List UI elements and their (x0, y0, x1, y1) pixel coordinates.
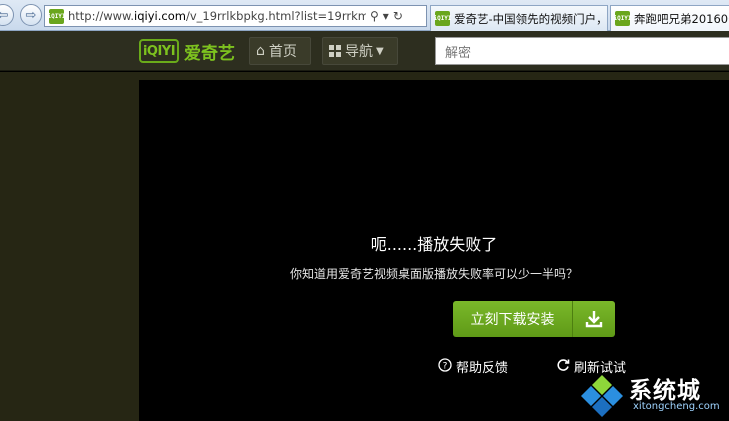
download-install-button[interactable]: 立刻下载安装 (453, 301, 615, 337)
logo-text: 爱奇艺 (184, 43, 235, 64)
watermark-logo-icon (581, 375, 623, 417)
tab-favicon-icon: iQIYI (613, 11, 632, 26)
browser-tab-1[interactable]: iQIYI 爱奇艺-中国领先的视频门户，... (430, 5, 608, 31)
back-button[interactable]: ⇦ (0, 4, 14, 26)
help-feedback-link[interactable]: ? 帮助反馈 (438, 357, 508, 376)
arrow-left-icon: ⇦ (0, 7, 9, 23)
browser-tab-2[interactable]: iQIYI 奔跑吧兄弟2016062 (610, 5, 729, 31)
tab-title: 爱奇艺-中国领先的视频门户，... (454, 11, 608, 26)
tab-title: 奔跑吧兄弟2016062 (634, 11, 729, 26)
download-icon (573, 309, 615, 329)
refresh-icon[interactable]: ↻ (393, 9, 403, 23)
help-feedback-label: 帮助反馈 (456, 361, 509, 376)
download-label: 立刻下载安装 (470, 312, 555, 328)
home-icon: ⌂ (256, 43, 265, 59)
caret-down-icon: ▼ (376, 45, 384, 57)
home-label: 首页 (268, 44, 297, 60)
tab-favicon-icon: iQIYI (433, 11, 452, 26)
arrow-right-icon: ⇨ (25, 7, 37, 23)
url-host: iqiyi.com (134, 9, 186, 23)
svg-text:?: ? (443, 361, 448, 371)
navigation-label: 导航 (345, 44, 373, 60)
site-header: iQIYI 爱奇艺 ⌂ 首页 导航 ▼ 解密 (0, 31, 729, 71)
watermark-text: 系统城 (629, 378, 701, 404)
dropdown-arrow-icon[interactable]: ▾ (383, 9, 389, 23)
grid-icon (329, 45, 341, 57)
url-text[interactable]: http://www.iqiyi.com/v_19rrlkbpkg.html?l… (68, 9, 366, 23)
search-icon[interactable]: ⚲ (370, 9, 379, 23)
browser-chrome: ⇦ ⇨ iQIYI http://www.iqiyi.com/v_19rrlkb… (0, 0, 729, 31)
left-side-panel (0, 72, 139, 421)
search-placeholder: 解密 (445, 45, 472, 61)
navigation-button[interactable]: 导航 ▼ (322, 37, 398, 65)
error-title: 呃......播放失败了 (370, 235, 498, 254)
question-circle-icon: ? (438, 357, 452, 376)
logo-mark: iQIYI (139, 39, 179, 63)
home-button[interactable]: ⌂ 首页 (249, 37, 311, 65)
search-input[interactable]: 解密 (435, 37, 729, 65)
site-logo[interactable]: iQIYI 爱奇艺 (139, 37, 235, 65)
error-subtitle: 你知道用爱奇艺视频桌面版播放失败率可以少一半吗？ (289, 267, 578, 281)
address-bar[interactable]: iQIYI http://www.iqiyi.com/v_19rrlkbpkg.… (44, 5, 427, 27)
refresh-icon (556, 358, 570, 376)
watermark-url: xitongcheng.com (633, 401, 720, 412)
watermark: 系统城 xitongcheng.com (577, 363, 729, 421)
site-favicon-icon: iQIYI (47, 8, 66, 24)
forward-button[interactable]: ⇨ (20, 4, 42, 26)
